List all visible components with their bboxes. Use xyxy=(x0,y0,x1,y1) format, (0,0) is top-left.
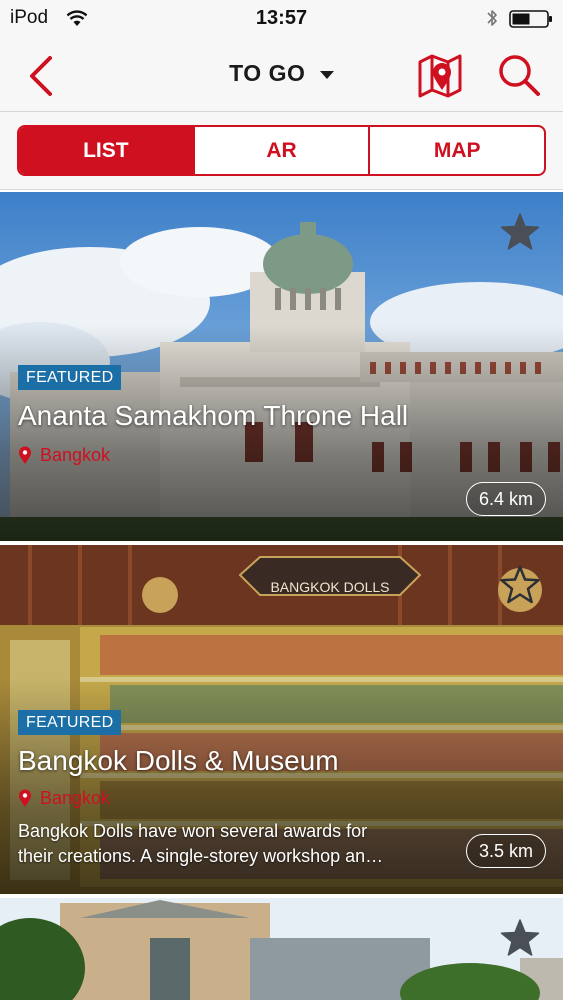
museum-sign-text: BANGKOK DOLLS xyxy=(270,579,389,595)
caret-down-icon xyxy=(319,70,334,79)
place-description-line: their creations. A single-storey worksho… xyxy=(18,846,384,866)
location-label: Bangkok xyxy=(40,787,111,808)
nav-bar: TO GO xyxy=(0,38,563,112)
nav-title-dropdown[interactable]: TO GO xyxy=(0,60,563,87)
map-pin-icon[interactable] xyxy=(416,50,464,100)
nav-title: TO GO xyxy=(229,60,306,86)
place-location: Bangkok xyxy=(18,787,110,809)
place-title: Bangkok Dolls & Museum xyxy=(18,745,339,776)
tab-map[interactable]: MAP xyxy=(368,127,544,174)
tab-list[interactable]: LIST xyxy=(19,127,193,174)
status-bar: iPod 13:57 xyxy=(0,0,563,38)
view-mode-segmented-control: LIST AR MAP xyxy=(17,125,546,176)
location-pin-icon xyxy=(19,789,31,807)
featured-badge: FEATURED xyxy=(18,710,122,735)
place-description: Bangkok Dolls have won several awards fo… xyxy=(18,819,438,869)
favorite-star-icon[interactable] xyxy=(499,565,541,605)
tab-ar[interactable]: AR xyxy=(192,127,369,174)
place-photo-partial xyxy=(0,898,563,1000)
place-description-line: Bangkok Dolls have won several awards fo… xyxy=(18,821,368,841)
status-time: 13:57 xyxy=(255,7,308,29)
favorite-star-icon[interactable] xyxy=(499,918,541,958)
search-icon[interactable] xyxy=(496,52,542,98)
featured-badge: FEATURED xyxy=(18,365,122,390)
place-title: Ananta Samakhom Throne Hall xyxy=(18,400,409,431)
location-pin-icon xyxy=(19,446,31,464)
place-location: Bangkok xyxy=(18,444,110,466)
distance-badge: 3.5 km xyxy=(465,834,546,868)
distance-badge: 6.4 km xyxy=(465,482,546,516)
battery-icon xyxy=(509,10,552,28)
place-card[interactable]: FEATURED Ananta Samakhom Throne Hall Ban… xyxy=(0,192,563,541)
place-card[interactable]: BANGKOK DOLLS FEATURED Bangkok Dolls & M… xyxy=(0,545,563,894)
location-label: Bangkok xyxy=(40,444,111,465)
favorite-star-icon[interactable] xyxy=(499,212,541,252)
view-mode-bar: LIST AR MAP xyxy=(0,112,563,190)
place-card[interactable] xyxy=(0,898,563,1000)
bluetooth-icon xyxy=(487,10,497,26)
